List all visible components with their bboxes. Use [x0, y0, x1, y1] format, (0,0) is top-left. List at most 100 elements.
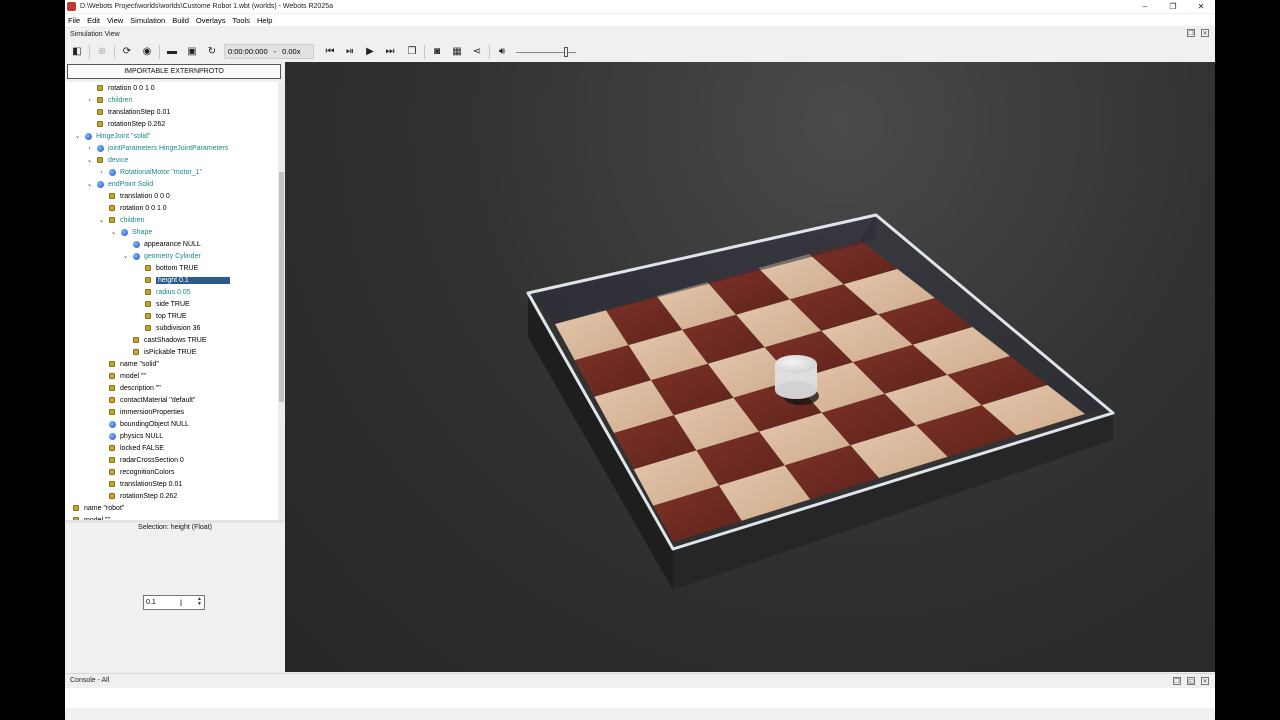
tree-item[interactable]: model ""	[109, 370, 146, 382]
importable-externproto-button[interactable]: IMPORTABLE EXTERNPROTO	[67, 64, 281, 79]
step-icon[interactable]: ⏯	[342, 44, 358, 60]
field-cylinder-icon	[145, 277, 151, 283]
tree-item[interactable]: name "solid"	[109, 358, 159, 370]
rendering-mode-icon[interactable]: ❒	[404, 44, 420, 60]
scene-tree-panel: IMPORTABLE EXTERNPROTO rotation 0 0 1 0 ›…	[65, 62, 285, 672]
open-folder-icon[interactable]: ▬	[164, 44, 180, 60]
menu-tools[interactable]: Tools	[232, 16, 250, 25]
tree-item[interactable]: bottom TRUE	[145, 262, 198, 274]
tree-item[interactable]: rotationStep 0.262	[109, 490, 177, 502]
view-eye-icon[interactable]: ◉	[139, 44, 155, 60]
tree-item[interactable]: › RotationalMotor "motor_1"	[100, 166, 202, 178]
3d-view[interactable]	[285, 62, 1215, 672]
console-controls: ❐ ◱ ✕	[1173, 677, 1209, 685]
expand-arrow-icon[interactable]: ⌄	[85, 180, 94, 188]
tree-item[interactable]: › children	[88, 94, 132, 106]
add-node-icon[interactable]: ⊕	[94, 44, 110, 60]
volume-icon[interactable]: 🔊︎	[494, 44, 510, 60]
menu-overlays[interactable]: Overlays	[196, 16, 226, 25]
tree-item[interactable]: side TRUE	[145, 298, 190, 310]
tree-item-label: height 0.1	[156, 276, 230, 284]
screenshot-camera-icon[interactable]: ◙	[429, 44, 445, 60]
tree-item[interactable]: translationStep 0.01	[97, 106, 170, 118]
share-icon[interactable]: ⋖	[469, 44, 485, 60]
tree-item[interactable]: subdivision 36	[145, 322, 200, 334]
tree-item[interactable]: radius 0.05	[145, 286, 191, 298]
tree-item[interactable]: recognitionColors	[109, 466, 174, 478]
fast-forward-icon[interactable]: ⏭	[382, 44, 398, 60]
tree-item[interactable]: › jointParameters HingeJointParameters	[88, 142, 228, 154]
menu-build[interactable]: Build	[172, 16, 189, 25]
console-maximize-icon[interactable]: ◱	[1187, 677, 1195, 685]
spin-arrows-icon[interactable]: ▲ ▼	[197, 597, 202, 607]
tree-item[interactable]: isPickable TRUE	[133, 346, 196, 358]
expand-arrow-icon[interactable]: ⌄	[85, 156, 94, 164]
expand-arrow-icon[interactable]: ›	[85, 145, 94, 152]
tree-item[interactable]: top TRUE	[145, 310, 187, 322]
scene-tree-scrollbar[interactable]	[278, 82, 285, 520]
float-panel-icon[interactable]: ❐	[1187, 29, 1195, 37]
volume-slider[interactable]	[516, 46, 576, 58]
tree-item[interactable]: castShadows TRUE	[133, 334, 207, 346]
menu-view[interactable]: View	[107, 16, 123, 25]
reset-icon[interactable]: ↻	[204, 44, 220, 60]
tree-item[interactable]: ⌄ children	[99, 214, 145, 226]
field-value-spinbox[interactable]: 0.1 I ▲ ▼	[143, 595, 205, 610]
step-back-icon[interactable]: ⏮	[322, 44, 338, 60]
tree-item[interactable]: appearance NULL	[133, 238, 201, 250]
field-value-text[interactable]: 0.1	[146, 599, 156, 606]
tree-item[interactable]: description ""	[109, 382, 161, 394]
tree-item[interactable]: rotation 0 0 1 0	[97, 82, 155, 94]
minimize-button[interactable]: –	[1131, 0, 1159, 13]
field-cylinder-icon	[97, 97, 103, 103]
tree-item[interactable]: radarCrossSection 0	[109, 454, 184, 466]
menu-file[interactable]: File	[68, 16, 80, 25]
reload-world-icon[interactable]: ⟳	[119, 44, 135, 60]
console-float-icon[interactable]: ❐	[1173, 677, 1181, 685]
field-cylinder-icon	[133, 349, 139, 355]
menu-simulation[interactable]: Simulation	[130, 16, 165, 25]
expand-arrow-icon[interactable]: ›	[85, 97, 94, 104]
console-output[interactable]	[65, 688, 1215, 708]
scene-tree-toggle-icon[interactable]: ◧	[69, 44, 85, 60]
panel-splitter[interactable]	[65, 520, 285, 523]
tree-item-label: name "robot"	[84, 504, 125, 512]
tree-item[interactable]: translationStep 0.01	[109, 478, 182, 490]
scrollbar-thumb[interactable]	[279, 172, 284, 402]
tree-item[interactable]: contactMaterial "default"	[109, 394, 195, 406]
tree-item[interactable]: ⌄ device	[87, 154, 129, 166]
volume-slider-thumb[interactable]	[564, 46, 568, 57]
close-button[interactable]: ✕	[1187, 0, 1215, 13]
menu-edit[interactable]: Edit	[87, 16, 100, 25]
panel-title: Simulation View	[70, 30, 120, 38]
record-movie-icon[interactable]: ▦	[449, 44, 465, 60]
save-icon[interactable]: ▣	[184, 44, 200, 60]
toolbar-separator	[89, 44, 90, 59]
play-icon[interactable]: ▶	[362, 44, 378, 60]
tree-item[interactable]: name "robot"	[73, 502, 124, 514]
tree-item[interactable]: ⌄ endPoint Solid	[87, 178, 153, 190]
tree-item[interactable]: rotation 0 0 1 0	[109, 202, 167, 214]
tree-item[interactable]: translation 0 0 0	[109, 190, 170, 202]
tree-item-label: locked FALSE	[120, 444, 164, 452]
field-cylinder-icon	[145, 325, 151, 331]
expand-arrow-icon[interactable]: ⌄	[73, 132, 82, 140]
tree-item[interactable]: ⌄ HingeJoint "solid"	[75, 130, 150, 142]
expand-arrow-icon[interactable]: ⌄	[121, 252, 130, 260]
expand-arrow-icon[interactable]: ›	[97, 169, 106, 176]
expand-arrow-icon[interactable]: ⌄	[97, 216, 106, 224]
tree-item[interactable]: physics NULL	[109, 430, 163, 442]
tree-item-selected[interactable]: height 0.1	[145, 274, 230, 286]
close-panel-icon[interactable]: ✕	[1201, 29, 1209, 37]
console-close-icon[interactable]: ✕	[1201, 677, 1209, 685]
tree-item[interactable]: locked FALSE	[109, 442, 164, 454]
maximize-button[interactable]: ❐	[1159, 0, 1187, 13]
tree-item[interactable]: ⌄ Shape	[111, 226, 152, 238]
tree-item[interactable]: ⌄ geometry Cylinder	[123, 250, 201, 262]
tree-item[interactable]: boundingObject NULL	[109, 418, 189, 430]
expand-arrow-icon[interactable]: ⌄	[109, 228, 118, 236]
tree-item[interactable]: rotationStep 0.262	[97, 118, 165, 130]
tree-item-label: children	[120, 216, 145, 224]
tree-item[interactable]: immersionProperties	[109, 406, 184, 418]
menu-help[interactable]: Help	[257, 16, 272, 25]
